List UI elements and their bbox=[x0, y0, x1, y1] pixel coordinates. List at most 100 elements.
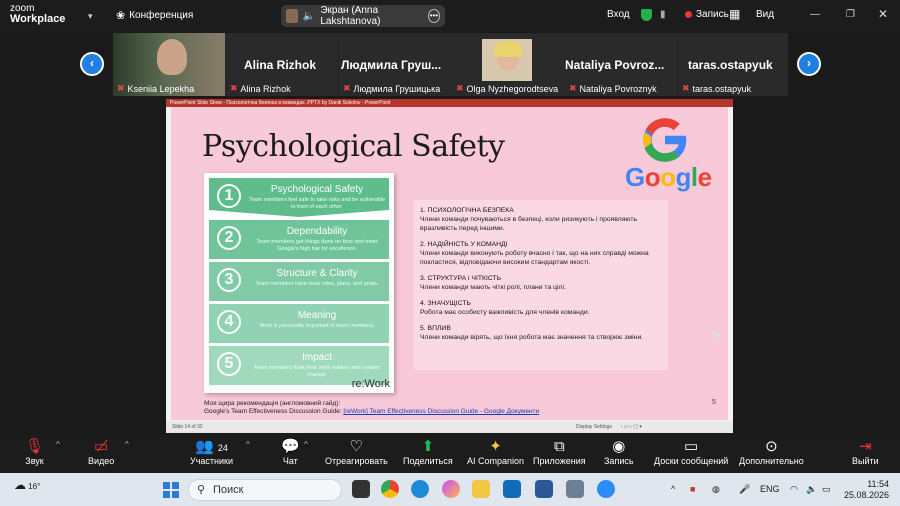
app-icon[interactable] bbox=[566, 480, 584, 498]
google-letter: g bbox=[675, 162, 692, 192]
google-five-factors-card: 1 Psychological Safety Team members feel s… bbox=[204, 173, 394, 393]
restore-icon[interactable]: ❐ bbox=[846, 9, 855, 20]
audio-options-caret[interactable]: ^ bbox=[56, 440, 60, 449]
participant-strip: ✖ Kseniia Lepekha Alina Rizhok ✖ Alina Riz… bbox=[113, 33, 788, 96]
copilot-icon[interactable] bbox=[442, 480, 460, 498]
google-letter: o bbox=[660, 162, 676, 192]
windows-taskbar: ☁ 16° ⚲ Поиск ^ ■ ◍ 🎤 ENG ◠ 🔈 ▭ 11:54 25… bbox=[0, 473, 900, 506]
weather-temp: 16° bbox=[28, 482, 41, 491]
record-dot-icon bbox=[685, 11, 692, 18]
next-page-button[interactable]: › bbox=[797, 52, 821, 76]
wifi-icon[interactable]: ◠ bbox=[790, 484, 798, 495]
signal-icon[interactable]: ▮ bbox=[660, 9, 666, 20]
taskbar-search[interactable]: ⚲ Поиск bbox=[188, 479, 342, 501]
search-placeholder: Поиск bbox=[213, 484, 244, 496]
battery-icon[interactable]: ▭ bbox=[822, 484, 831, 495]
screen-share-pill[interactable]: 🔈 Экран (Anna Lakshtanova) ••• bbox=[281, 5, 445, 27]
participants-options-caret[interactable]: ^ bbox=[246, 440, 250, 449]
chat-button[interactable]: 💬 Чат bbox=[281, 438, 300, 466]
heart-icon: ♡ bbox=[349, 438, 364, 455]
participants-button[interactable]: 👥 24 Участники bbox=[190, 438, 233, 466]
tray-mic-icon[interactable]: 🎤 bbox=[739, 484, 750, 495]
react-button[interactable]: ♡ Отреагировать bbox=[325, 438, 388, 466]
tray-overflow-icon[interactable]: ^ bbox=[671, 484, 675, 494]
text-item-heading: 2. НАДІЙНІСТЬ У КОМАНДІ bbox=[420, 241, 508, 248]
outlook-icon[interactable] bbox=[503, 480, 521, 498]
audio-button[interactable]: 🎙 Звук bbox=[25, 438, 44, 466]
apps-icon: ⧉ bbox=[553, 438, 565, 455]
slide-title: Psychological Safety bbox=[202, 129, 505, 164]
text-item-body: Члени команди виконують роботу вчасно і … bbox=[420, 250, 649, 266]
edge-icon[interactable] bbox=[411, 480, 429, 498]
slide-counter: Slide 14 of 32 bbox=[172, 424, 203, 430]
file-explorer-icon[interactable] bbox=[472, 480, 490, 498]
participant-tile[interactable]: Nataliya Povroz... ✖ Nataliya Povroznyk bbox=[565, 33, 677, 96]
security-shield-icon[interactable] bbox=[641, 9, 652, 21]
share-screen-icon: ⬆ bbox=[421, 438, 435, 455]
participant-name: Nataliya Povroz... bbox=[565, 58, 665, 72]
windows-start-icon[interactable] bbox=[163, 482, 179, 498]
taskbar-clock[interactable]: 11:54 25.08.2026 bbox=[844, 479, 889, 501]
factor-description: Team members get things done on time and… bbox=[256, 239, 378, 252]
tray-icon[interactable]: ◍ bbox=[712, 484, 720, 495]
word-icon[interactable] bbox=[535, 480, 553, 498]
audio-label: Звук bbox=[25, 456, 44, 466]
participants-icon: 👥 24 bbox=[195, 438, 228, 455]
ai-companion-button[interactable]: ✦ AI Companion bbox=[467, 438, 524, 466]
weather-widget[interactable]: ☁ 16° bbox=[14, 478, 40, 492]
chrome-icon[interactable] bbox=[381, 480, 399, 498]
prev-page-button[interactable]: ‹ bbox=[80, 52, 104, 76]
clock-date: 25.08.2026 bbox=[844, 490, 890, 500]
tray-app-icon[interactable]: ■ bbox=[690, 484, 695, 494]
shared-screen-window[interactable]: PowerPoint Slide Show - Психологічна без… bbox=[166, 99, 733, 433]
slideshow-nav-icons[interactable]: ‹ ▭ › ▢ ▾ bbox=[621, 421, 642, 433]
rework-guide-link[interactable]: [reWork] Team Effectiveness Discussion G… bbox=[343, 408, 539, 415]
participant-tile[interactable]: taras.ostapyuk ✖ taras.ostapyuk bbox=[678, 33, 788, 96]
conference-menu[interactable]: ❀ Конференция bbox=[116, 9, 193, 22]
factor-heading: Meaning bbox=[297, 310, 337, 321]
text-item-heading: 5. ВПЛИВ bbox=[420, 325, 451, 332]
window-title: PowerPoint Slide Show - Психологічна без… bbox=[166, 99, 733, 107]
participant-tile[interactable]: Alina Rizhok ✖ Alina Rizhok bbox=[226, 33, 338, 96]
search-icon: ⚲ bbox=[197, 484, 206, 496]
view-button[interactable]: Вид bbox=[756, 9, 774, 20]
minimize-icon[interactable]: — bbox=[810, 9, 820, 20]
recording-indicator[interactable]: Запись bbox=[685, 9, 729, 20]
participant-tile[interactable]: ✖ Kseniia Lepekha bbox=[113, 33, 225, 96]
zoom-taskbar-icon[interactable] bbox=[597, 480, 615, 498]
display-settings-button[interactable]: Display Settings bbox=[576, 421, 612, 433]
mic-off-icon: 🎙 bbox=[25, 438, 45, 455]
factor-heading: Dependability bbox=[286, 226, 348, 237]
recommendation-note: Моя щира рекомендація (англомовний гайд)… bbox=[204, 400, 539, 416]
language-indicator[interactable]: ENG bbox=[760, 484, 780, 494]
whiteboards-button[interactable]: ▭ Доски сообщений bbox=[654, 438, 728, 466]
participant-name: taras.ostapyuk bbox=[688, 58, 773, 72]
leave-button[interactable]: ⇥ Выйти bbox=[852, 438, 879, 466]
close-icon[interactable]: ✕ bbox=[878, 7, 888, 21]
rec-line1: Моя щира рекомендація (англомовний гайд)… bbox=[204, 400, 341, 407]
text-item-heading: 4. ЗНАЧУЩІСТЬ bbox=[420, 300, 471, 307]
share-button[interactable]: ⬆ Поделиться bbox=[403, 438, 453, 466]
video-options-caret[interactable]: ^ bbox=[125, 440, 129, 449]
top-bar: zoom Workplace ▾ ❀ Конференция 🔈 Экран (… bbox=[0, 0, 900, 32]
zoom-logo: zoom Workplace bbox=[10, 3, 65, 25]
apps-button[interactable]: ⧉ Приложения bbox=[533, 438, 586, 466]
more-options-icon[interactable]: ••• bbox=[427, 9, 440, 23]
record-button[interactable]: ◉ Запись bbox=[604, 438, 634, 466]
grid-icon[interactable]: ▦ bbox=[729, 7, 740, 21]
more-button[interactable]: ⊙ Дополнительно bbox=[739, 438, 804, 466]
participant-tile[interactable]: ✖ Olga Nyzhegorodtseva bbox=[452, 33, 564, 96]
meeting-toolbar: 🎙 Звук ^ ▭̸ Видео ^ 👥 24 Участники ^ 💬 Ч… bbox=[0, 434, 900, 472]
task-view-icon[interactable] bbox=[352, 480, 370, 498]
participant-tile[interactable]: Людмила Груш... ✖ Людмила Грушицька bbox=[339, 33, 451, 96]
apps-label: Приложения bbox=[533, 456, 586, 466]
google-wordmark: Google bbox=[625, 162, 712, 193]
volume-icon[interactable]: 🔈 bbox=[806, 484, 817, 495]
video-button[interactable]: ▭̸ Видео bbox=[88, 438, 114, 466]
signin-button[interactable]: Вход bbox=[607, 9, 630, 20]
chevron-down-icon[interactable]: ▾ bbox=[88, 11, 93, 22]
record-icon: ◉ bbox=[612, 438, 626, 455]
whiteboard-icon: ▭ bbox=[684, 438, 699, 455]
text-item-heading: 3. СТРУКТУРА і ЧІТКІСТЬ bbox=[420, 275, 502, 282]
chat-options-caret[interactable]: ^ bbox=[304, 440, 308, 449]
